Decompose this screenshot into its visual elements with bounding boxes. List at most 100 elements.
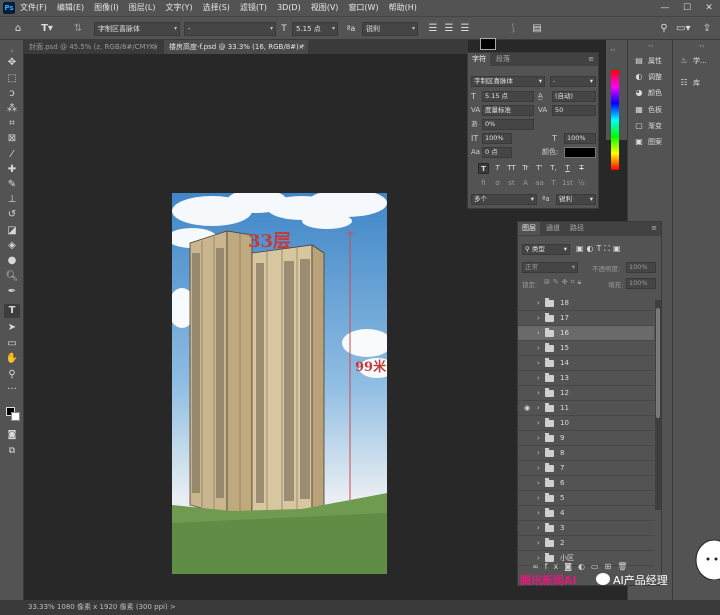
dock-properties[interactable]: ▤ 属性 — [634, 54, 662, 68]
layer-row[interactable]: › 12 — [518, 386, 654, 401]
antialias-field[interactable]: 锐利 ▾ — [556, 194, 596, 205]
screen-mode-icon[interactable]: ⧉ — [4, 444, 20, 458]
blend-mode-select[interactable]: 正常 ▾ — [522, 262, 578, 273]
discretionary-ligature-button[interactable]: σ — [492, 178, 503, 189]
layer-row[interactable]: › 8 — [518, 446, 654, 461]
menu-image[interactable]: 图像(I) — [89, 0, 124, 16]
quick-mask-icon[interactable]: ◙ — [4, 428, 20, 442]
maximize-button[interactable]: ☐ — [676, 3, 698, 13]
history-brush-tool-icon[interactable]: ↺ — [4, 208, 20, 222]
titling-button[interactable]: aa — [534, 178, 545, 189]
tab-layers[interactable]: 图层 — [518, 222, 540, 235]
subscript-button[interactable]: T, — [548, 163, 559, 174]
close-button[interactable]: ✕ — [698, 3, 720, 13]
menu-file[interactable]: 文件(F) — [15, 0, 52, 16]
layer-row[interactable]: › 10 — [518, 416, 654, 431]
canvas-area[interactable]: 33层 99米 — [24, 54, 468, 600]
dock-color[interactable]: ◕ 颜色 — [634, 86, 663, 100]
opacity-field[interactable]: 100% — [626, 262, 656, 273]
rectangle-tool-icon[interactable]: ▭ — [4, 337, 20, 351]
chevron-right-icon[interactable]: › — [537, 461, 540, 476]
layer-row[interactable]: › 3 — [518, 521, 654, 536]
dock-collapse-icon[interactable]: ‹‹ — [699, 42, 705, 50]
chevron-right-icon[interactable]: › — [537, 431, 540, 446]
tab-channels[interactable]: 通道 — [542, 222, 564, 235]
lasso-tool-icon[interactable]: ↄ — [4, 87, 20, 101]
tab-paths[interactable]: 路径 — [566, 222, 588, 235]
small-caps-button[interactable]: Tr — [520, 163, 531, 174]
dock-adjustments[interactable]: ◐ 调整 — [634, 70, 663, 84]
chevron-right-icon[interactable]: › — [537, 386, 540, 401]
eraser-tool-icon[interactable]: ◪ — [4, 224, 20, 238]
marquee-tool-icon[interactable]: ⬚ — [4, 72, 20, 86]
tab-building-doc[interactable]: 楼房高度-f.psd @ 33.3% (16, RGB/8#) * × — [164, 40, 308, 54]
chevron-right-icon[interactable]: › — [537, 506, 540, 521]
chevron-right-icon[interactable]: › — [537, 521, 540, 536]
tab-character[interactable]: 字符 — [468, 53, 490, 66]
layer-row[interactable]: › 9 — [518, 431, 654, 446]
menu-edit[interactable]: 编辑(E) — [52, 0, 89, 16]
move-tool-icon[interactable]: ✥ — [4, 56, 20, 70]
artwork-canvas[interactable]: 33层 99米 — [172, 193, 387, 574]
dodge-tool-icon[interactable]: 🔍︎ — [4, 270, 20, 284]
font-size-field[interactable]: 5.15 点 — [482, 91, 534, 102]
layer-row[interactable]: › 18 — [518, 296, 654, 311]
vertical-scale-field[interactable]: 100% — [482, 133, 512, 144]
contextual-button[interactable]: T — [548, 178, 559, 189]
lock-icons[interactable]: ⊞✎✥⌗🔒︎ — [544, 278, 584, 287]
layer-row[interactable]: › 6 — [518, 476, 654, 491]
eyedropper-tool-icon[interactable]: ⁄ — [4, 148, 20, 162]
layer-row[interactable]: › 17 — [518, 311, 654, 326]
font-style-select[interactable]: - ▾ — [184, 22, 276, 36]
font-family-select[interactable]: 字制区喜脉体 ▾ — [94, 22, 180, 36]
stylistic-alternates-button[interactable]: st — [506, 178, 517, 189]
brush-tool-icon[interactable]: ✎ — [4, 178, 20, 192]
dock-learn[interactable]: ♨ 学... — [679, 54, 706, 68]
chevron-right-icon[interactable]: › — [537, 311, 540, 326]
fractions-button[interactable]: ½ — [576, 178, 587, 189]
type-tool-icon[interactable]: T — [4, 304, 20, 318]
superscript-button[interactable]: T' — [534, 163, 545, 174]
menu-view[interactable]: 视图(V) — [306, 0, 344, 16]
fill-field[interactable]: 100% — [626, 278, 656, 289]
chevron-right-icon[interactable]: › — [537, 371, 540, 386]
tab-close-icon[interactable]: × — [152, 40, 158, 54]
chevron-right-icon[interactable]: › — [537, 491, 540, 506]
character-panel-icon[interactable]: ▤ — [530, 22, 544, 36]
align-center-icon[interactable]: ☰ — [442, 22, 456, 36]
menu-help[interactable]: 帮助(H) — [384, 0, 422, 16]
kerning-field[interactable]: 度量标准 — [482, 105, 534, 116]
chevron-right-icon[interactable]: › — [537, 326, 540, 341]
dock-gradients[interactable]: ▢ 渐变 — [634, 119, 662, 133]
menu-window[interactable]: 窗口(W) — [343, 0, 383, 16]
chevron-right-icon[interactable]: › — [537, 341, 540, 356]
font-family-field[interactable]: 字制区喜脉体 ▾ — [471, 76, 545, 87]
align-left-icon[interactable]: ☰ — [426, 22, 440, 36]
layer-filter-select[interactable]: ⚲ 类型 ▾ — [522, 244, 570, 255]
ordinals-button[interactable]: 1st — [562, 178, 573, 189]
minimize-button[interactable]: — — [654, 3, 676, 13]
chevron-right-icon[interactable]: › — [537, 446, 540, 461]
ligature-button[interactable]: fi — [478, 178, 489, 189]
frame-tool-icon[interactable]: ⊠ — [4, 132, 20, 146]
layers-scrollbar[interactable] — [655, 300, 661, 510]
faux-italic-button[interactable]: T — [492, 163, 503, 174]
dock-collapse-icon[interactable]: ‹‹ — [648, 42, 654, 50]
text-color-swatch[interactable] — [480, 38, 496, 50]
scrollbar-thumb[interactable] — [656, 308, 660, 418]
layer-row[interactable]: › 7 — [518, 461, 654, 476]
dock-libraries[interactable]: ☷ 库 — [679, 76, 700, 90]
align-right-icon[interactable]: ☰ — [458, 22, 472, 36]
blur-tool-icon[interactable]: ● — [4, 254, 20, 268]
all-caps-button[interactable]: TT — [506, 163, 517, 174]
tab-cover-doc[interactable]: 封面.psd @ 45.5% (z, RGB/8#/CMYK) × — [24, 40, 162, 54]
tab-paragraph[interactable]: 段落 — [492, 53, 514, 66]
horizontal-scale-field[interactable]: 100% — [564, 133, 596, 144]
search-icon[interactable]: ⚲ — [658, 22, 670, 36]
underline-button[interactable]: T — [562, 163, 573, 174]
collapse-icon[interactable]: ‹‹ — [610, 46, 616, 54]
hand-tool-icon[interactable]: ✋ — [4, 352, 20, 366]
layer-row[interactable]: › 4 — [518, 506, 654, 521]
swash-button[interactable]: A — [520, 178, 531, 189]
zoom-tool-icon[interactable]: ⚲ — [4, 368, 20, 382]
